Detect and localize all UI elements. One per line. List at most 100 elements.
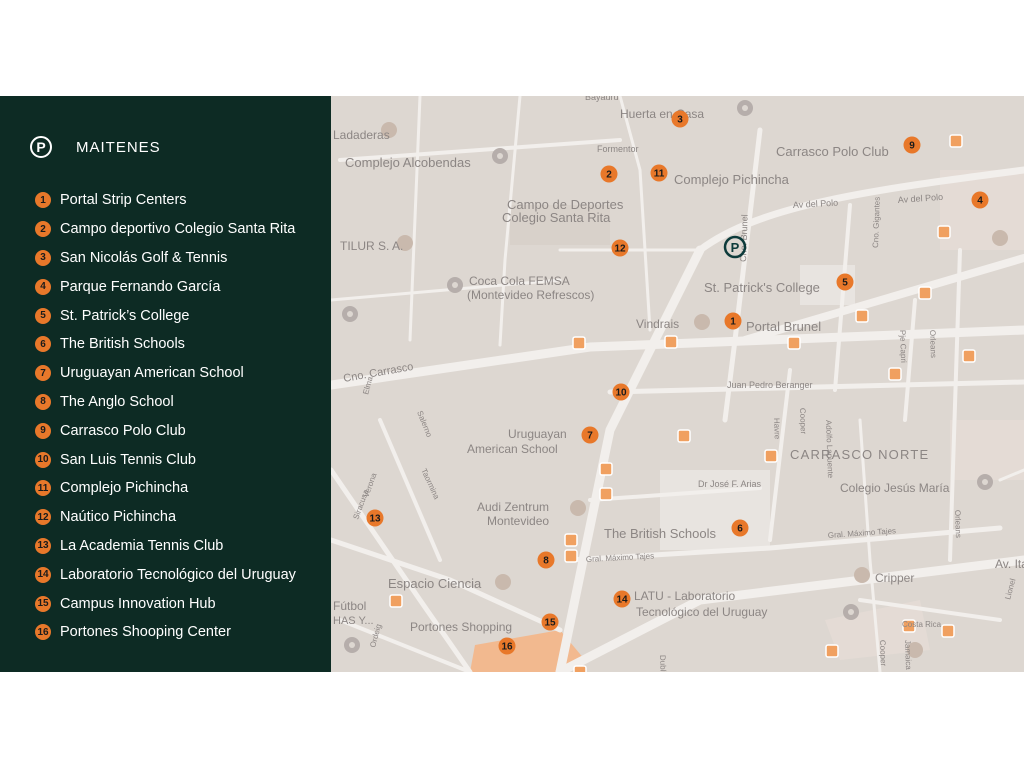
bus-stop-icon	[664, 335, 678, 349]
legend-number-badge: 10	[35, 451, 51, 468]
bus-stop-icon	[572, 336, 586, 350]
map-marker-11[interactable]: 11	[650, 164, 668, 182]
legend-number-badge: 11	[35, 480, 51, 497]
map-building-icon	[570, 500, 586, 516]
map-place-label: Cripper	[875, 571, 914, 585]
marker-number: 7	[587, 431, 593, 442]
bus-stop-icon	[764, 449, 778, 463]
map-pin-icon	[843, 604, 859, 620]
map-place-label: TILUR S. A.	[340, 239, 403, 253]
marker-number: 3	[677, 115, 683, 126]
legend-label: Uruguayan American School	[60, 365, 244, 382]
map-marker-14[interactable]: 14	[613, 590, 631, 608]
map-place-label: Portal Brunel	[746, 319, 821, 334]
map-building-icon	[495, 574, 511, 590]
legend-item: 9 Carrasco Polo Club	[35, 416, 296, 445]
map-place-label: Cooper	[798, 408, 808, 435]
map-marker-9[interactable]: 9	[903, 136, 921, 154]
marker-number: 1	[730, 317, 736, 328]
map-pin-icon	[492, 148, 508, 164]
legend-number-badge: 16	[35, 624, 51, 641]
map-place-label: Av del Polo	[897, 192, 943, 205]
legend-item: 15 Campus Innovation Hub	[35, 589, 296, 618]
map-marker-5[interactable]: 5	[836, 273, 854, 291]
map-marker-1[interactable]: 1	[724, 312, 742, 330]
map-pin-icon	[342, 306, 358, 322]
map-place-label: Juan Pedro Beranger	[727, 380, 813, 390]
legend-item: 5 St. Patrick’s College	[35, 301, 296, 330]
legend-item: 7 Uruguayan American School	[35, 359, 296, 388]
map-marker-8[interactable]: 8	[537, 551, 555, 569]
map-mail-icon	[854, 567, 870, 583]
legend-number-badge: 1	[35, 192, 51, 209]
marker-number: 16	[501, 642, 513, 653]
map-place-label: Huerta en Casa	[620, 107, 704, 121]
marker-number: 9	[909, 141, 915, 152]
map-place-label: Salerno	[415, 409, 434, 438]
marker-number: 6	[737, 524, 743, 535]
map-place-label: Vindrais	[636, 317, 679, 331]
map-place-label: Fútbol	[333, 599, 366, 613]
legend-number-badge: 14	[35, 566, 51, 583]
marker-number: 13	[369, 514, 381, 525]
map-marker-4[interactable]: 4	[971, 191, 989, 209]
legend-label: Portal Strip Centers	[60, 192, 187, 209]
legend-label: Carrasco Polo Club	[60, 422, 186, 439]
map-place-label: Audi Zentrum	[477, 500, 549, 514]
map-place-label: Bayaurú	[585, 96, 619, 102]
map-place-label: Taormina	[419, 467, 441, 501]
map-pin-icon	[737, 100, 753, 116]
bus-stop-icon	[677, 429, 691, 443]
legend-item: 6 The British Schools	[35, 330, 296, 359]
legend-item: 13 La Academia Tennis Club	[35, 532, 296, 561]
map-marker-15[interactable]: 15	[541, 613, 559, 631]
bus-stop-icon	[962, 349, 976, 363]
map-place-label: American School	[467, 442, 558, 456]
map-place-label: Orleans	[928, 330, 938, 358]
map-marker-6[interactable]: 6	[731, 519, 749, 537]
marker-number: 11	[654, 169, 665, 180]
map-place-label: Carrasco Polo Club	[776, 144, 889, 159]
legend-label: San Nicolás Golf & Tennis	[60, 249, 228, 266]
map-place-label: Havre	[772, 418, 782, 440]
map-place-label: Complejo Pichincha	[674, 172, 790, 187]
map-place-label: Coca Cola FEMSA	[469, 274, 570, 288]
map-place-label: Dublin	[658, 655, 668, 672]
legend-number-badge: 5	[35, 307, 51, 324]
brand-logo-icon: P	[30, 136, 52, 158]
bus-stop-icon	[389, 594, 403, 608]
legend-number-badge: 7	[35, 365, 51, 382]
map-marker-2[interactable]: 2	[600, 165, 618, 183]
map[interactable]: Bayaurú Huerta en Casa Ladaderas Complejo A…	[331, 96, 1024, 672]
map-place-label: HAS Y...	[333, 615, 374, 627]
map-place-label: Ladaderas	[333, 128, 390, 142]
legend-item: 11 Complejo Pichincha	[35, 474, 296, 503]
bus-stop-icon	[825, 644, 839, 658]
legend-item: 3 San Nicolás Golf & Tennis	[35, 244, 296, 273]
map-marker-13[interactable]: 13	[366, 509, 384, 527]
legend-item: 4 Parque Fernando García	[35, 272, 296, 301]
map-marker-10[interactable]: 10	[612, 383, 630, 401]
map-pin-icon	[447, 277, 463, 293]
map-marker-12[interactable]: 12	[611, 239, 629, 257]
map-building-icon	[694, 314, 710, 330]
legend-item: 8 The Anglo School	[35, 388, 296, 417]
legend-label: San Luis Tennis Club	[60, 451, 196, 468]
legend-label: Naútico Pichincha	[60, 509, 177, 526]
map-canvas[interactable]: BayaurúHuerta en Casa Ladaderas Complejo A…	[331, 96, 1024, 672]
bus-stop-icon	[937, 225, 951, 239]
map-marker-7[interactable]: 7	[581, 426, 599, 444]
map-place-label: The British Schools	[604, 526, 716, 541]
marker-number: 12	[614, 244, 626, 255]
legend-number-badge: 3	[35, 249, 51, 266]
map-marker-16[interactable]: 16	[498, 637, 516, 655]
bus-stop-icon	[941, 624, 955, 638]
map-marker-3[interactable]: 3	[671, 110, 689, 128]
legend-number-badge: 2	[35, 221, 51, 238]
legend-label: Campo deportivo Colegio Santa Rita	[60, 221, 296, 238]
legend-item: 2 Campo deportivo Colegio Santa Rita	[35, 215, 296, 244]
map-place-label: Portones Shopping	[410, 620, 512, 634]
legend-label: Campus Innovation Hub	[60, 595, 216, 612]
marker-number: 10	[615, 388, 627, 399]
bus-stop-icon	[888, 367, 902, 381]
